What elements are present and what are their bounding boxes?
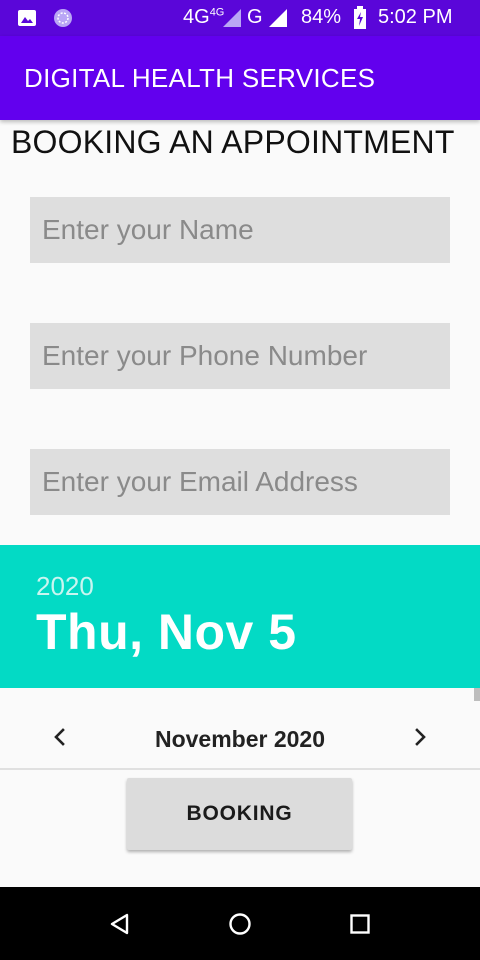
image-icon bbox=[18, 10, 36, 26]
network-type: 4G4G bbox=[183, 6, 225, 28]
home-icon[interactable] bbox=[225, 909, 255, 939]
sync-icon bbox=[54, 9, 72, 27]
scrollbar-thumb[interactable] bbox=[474, 688, 480, 701]
network-type-secondary: G bbox=[247, 6, 263, 28]
date-picker-year[interactable]: 2020 bbox=[36, 571, 94, 602]
signal-icon bbox=[223, 9, 241, 27]
month-navigation: November 2020 bbox=[0, 706, 480, 770]
signal-icon bbox=[269, 9, 287, 27]
system-navigation-bar bbox=[0, 887, 480, 960]
app-bar: DIGITAL HEALTH SERVICES bbox=[0, 36, 480, 120]
back-icon[interactable] bbox=[105, 909, 135, 939]
email-field[interactable] bbox=[30, 449, 450, 515]
clock: 5:02 PM bbox=[378, 6, 453, 28]
date-picker-selected-date[interactable]: Thu, Nov 5 bbox=[36, 603, 297, 661]
chevron-right-icon[interactable] bbox=[405, 722, 435, 752]
battery-charging-icon bbox=[354, 6, 366, 29]
date-picker-header: 2020 Thu, Nov 5 bbox=[0, 545, 480, 688]
booking-button[interactable]: BOOKING bbox=[127, 778, 352, 850]
calendar-divider bbox=[0, 768, 480, 770]
phone-field[interactable] bbox=[30, 323, 450, 389]
page-title: BOOKING AN APPOINTMENT bbox=[11, 124, 455, 160]
battery-percent: 84% bbox=[301, 6, 342, 28]
status-bar: 4G4G G 84% 5:02 PM bbox=[0, 0, 480, 36]
app-title: DIGITAL HEALTH SERVICES bbox=[24, 63, 376, 93]
recents-icon[interactable] bbox=[345, 909, 375, 939]
name-field[interactable] bbox=[30, 197, 450, 263]
